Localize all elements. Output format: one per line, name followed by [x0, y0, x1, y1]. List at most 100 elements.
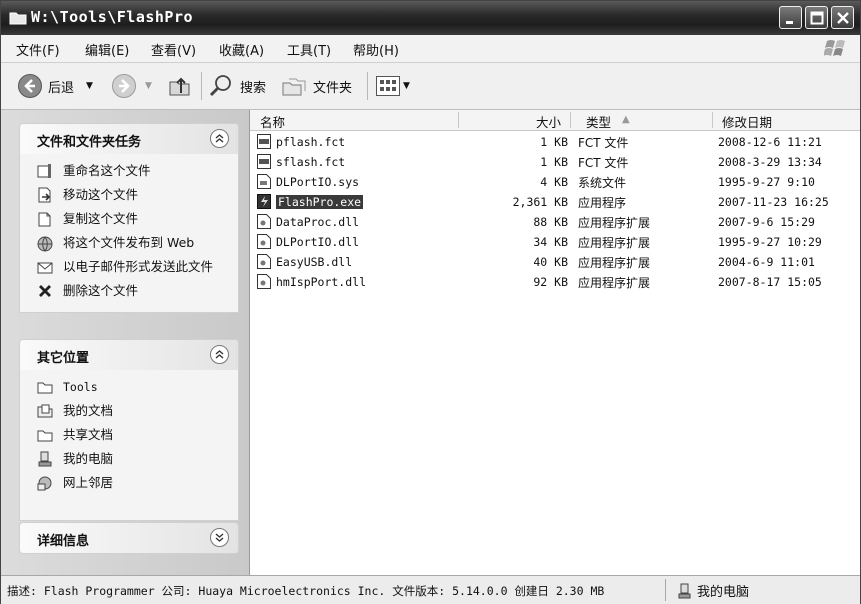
file-date: 1995-9-27 9:10 [718, 175, 815, 189]
file-tasks-title: 文件和文件夹任务 [37, 135, 142, 150]
folder-icon [9, 10, 27, 28]
task-rename[interactable]: 重命名这个文件 [20, 160, 238, 184]
column-name[interactable]: 名称 [260, 112, 285, 131]
fct-file-icon [257, 134, 271, 149]
collapse-chevron-icon[interactable] [210, 129, 229, 148]
minimize-button[interactable] [779, 6, 802, 29]
views-button[interactable]: ▼ [375, 73, 410, 99]
back-label: 后退 [48, 80, 75, 96]
menu-tools[interactable]: 工具(T) [287, 40, 331, 59]
task-move[interactable]: 移动这个文件 [20, 184, 238, 208]
folders-button[interactable]: 文件夹 [281, 73, 352, 99]
file-row[interactable]: DLPortIO.dll 34 KB 应用程序扩展 1995-9-27 10:29 [250, 232, 860, 252]
task-pane: 文件和文件夹任务 重命名这个文件 移动这个文件 复制这个文件 将这个文件发布到 … [1, 110, 250, 575]
other-places-header[interactable]: 其它位置 [19, 339, 239, 370]
task-email[interactable]: 以电子邮件形式发送此文件 [20, 256, 238, 280]
place-my-computer[interactable]: 我的电脑 [20, 448, 238, 472]
maximize-button[interactable] [805, 6, 828, 29]
delete-x-icon [39, 285, 51, 297]
back-dropdown-icon[interactable]: ▼ [86, 81, 93, 91]
shared-folder-icon [37, 430, 53, 442]
file-row[interactable]: EasyUSB.dll 40 KB 应用程序扩展 2004-6-9 11:01 [250, 252, 860, 272]
file-row[interactable]: FlashPro.exe 2,361 KB 应用程序 2007-11-23 16:25 [250, 192, 860, 212]
task-delete[interactable]: 删除这个文件 [20, 280, 238, 304]
publish-web-icon [37, 236, 53, 252]
title-bar[interactable]: W:\Tools\FlashPro [1, 1, 860, 35]
back-button[interactable]: 后退 ▼ [17, 73, 93, 99]
window-title: W:\Tools\FlashPro [31, 8, 194, 26]
file-list: 名称 大小 类型 ▲ 修改日期 pflash.fct 1 KB FCT 文件 2008… [250, 110, 860, 575]
file-type: 应用程序扩展 [578, 216, 651, 230]
menu-edit[interactable]: 编辑(E) [85, 40, 129, 59]
file-name: hmIspPort.dll [276, 275, 367, 289]
explorer-window: W:\Tools\FlashPro 文件(F) 编辑(E) 查看(V) 收藏(A… [0, 0, 861, 604]
file-row[interactable]: DLPortIO.sys 4 KB 系统文件 1995-9-27 9:10 [250, 172, 860, 192]
status-description: 描述: Flash Programmer 公司: Huaya Microelec… [7, 584, 605, 598]
file-size: 92 KB [533, 275, 568, 289]
details-header[interactable]: 详细信息 [19, 522, 239, 554]
file-size: 2,361 KB [512, 195, 568, 209]
folders-icon [282, 78, 306, 96]
forward-button[interactable]: ▼ [111, 73, 152, 99]
task-copy[interactable]: 复制这个文件 [20, 208, 238, 232]
fct-file-icon [257, 154, 271, 169]
column-date[interactable]: 修改日期 [722, 112, 772, 131]
file-size: 40 KB [533, 255, 568, 269]
file-row[interactable]: sflash.fct 1 KB FCT 文件 2008-3-29 13:34 [250, 152, 860, 172]
place-tools[interactable]: Tools [20, 376, 238, 400]
forward-dropdown-icon[interactable]: ▼ [145, 81, 152, 91]
expand-chevron-icon[interactable] [210, 528, 229, 547]
file-size: 1 KB [540, 155, 568, 169]
search-label: 搜索 [240, 80, 267, 96]
file-name: DLPortIO.sys [276, 175, 360, 189]
menu-file[interactable]: 文件(F) [16, 40, 60, 59]
file-tasks-header[interactable]: 文件和文件夹任务 [19, 123, 239, 154]
file-name: EasyUSB.dll [276, 255, 353, 269]
details-title: 详细信息 [37, 534, 90, 549]
menu-view[interactable]: 查看(V) [151, 40, 196, 59]
back-arrow-icon [18, 74, 42, 98]
file-row[interactable]: pflash.fct 1 KB FCT 文件 2008-12-6 11:21 [250, 132, 860, 152]
file-row[interactable]: hmIspPort.dll 92 KB 应用程序扩展 2007-8-17 15:05 [250, 272, 860, 292]
menu-bar: 文件(F) 编辑(E) 查看(V) 收藏(A) 工具(T) 帮助(H) [1, 35, 860, 63]
file-date: 2007-9-6 15:29 [718, 215, 815, 229]
file-date: 2008-3-29 13:34 [718, 155, 822, 169]
toolbar: 后退 ▼ ▼ 搜索 文件夹 ▼ [1, 63, 860, 110]
file-size: 34 KB [533, 235, 568, 249]
up-folder-button[interactable] [167, 73, 193, 99]
file-type: FCT 文件 [578, 156, 629, 170]
file-name: FlashPro.exe [276, 195, 364, 209]
file-type: 应用程序扩展 [578, 276, 651, 290]
place-my-documents[interactable]: 我的文档 [20, 400, 238, 424]
collapse-chevron-icon[interactable] [210, 345, 229, 364]
my-documents-icon [37, 404, 53, 418]
exe-file-icon [257, 194, 271, 209]
task-publish-web[interactable]: 将这个文件发布到 Web [20, 232, 238, 256]
file-name: sflash.fct [276, 155, 346, 169]
rename-icon [37, 164, 51, 178]
file-type: 应用程序扩展 [578, 256, 651, 270]
other-places-title: 其它位置 [37, 351, 90, 366]
file-row[interactable]: DataProc.dll 88 KB 应用程序扩展 2007-9-6 15:29 [250, 212, 860, 232]
sort-ascending-icon: ▲ [622, 114, 630, 125]
status-bar: 描述: Flash Programmer 公司: Huaya Microelec… [1, 575, 860, 604]
file-name: DataProc.dll [276, 215, 360, 229]
file-type: 系统文件 [578, 176, 627, 190]
sys-file-icon [257, 174, 271, 189]
column-size[interactable]: 大小 [536, 112, 561, 131]
place-network[interactable]: 网上邻居 [20, 472, 238, 496]
menu-favorites[interactable]: 收藏(A) [219, 40, 264, 59]
column-type[interactable]: 类型 [586, 112, 611, 131]
search-button[interactable]: 搜索 [208, 73, 266, 99]
menu-help[interactable]: 帮助(H) [353, 40, 399, 59]
views-dropdown-icon[interactable]: ▼ [403, 81, 410, 91]
place-shared-documents[interactable]: 共享文档 [20, 424, 238, 448]
close-button[interactable] [831, 6, 854, 29]
network-places-icon [37, 476, 52, 491]
my-computer-icon [38, 451, 52, 467]
move-icon [38, 187, 51, 203]
details-panel: 详细信息 [19, 522, 239, 554]
file-size: 88 KB [533, 215, 568, 229]
dll-file-icon [257, 214, 271, 229]
views-grid-icon [376, 76, 400, 96]
